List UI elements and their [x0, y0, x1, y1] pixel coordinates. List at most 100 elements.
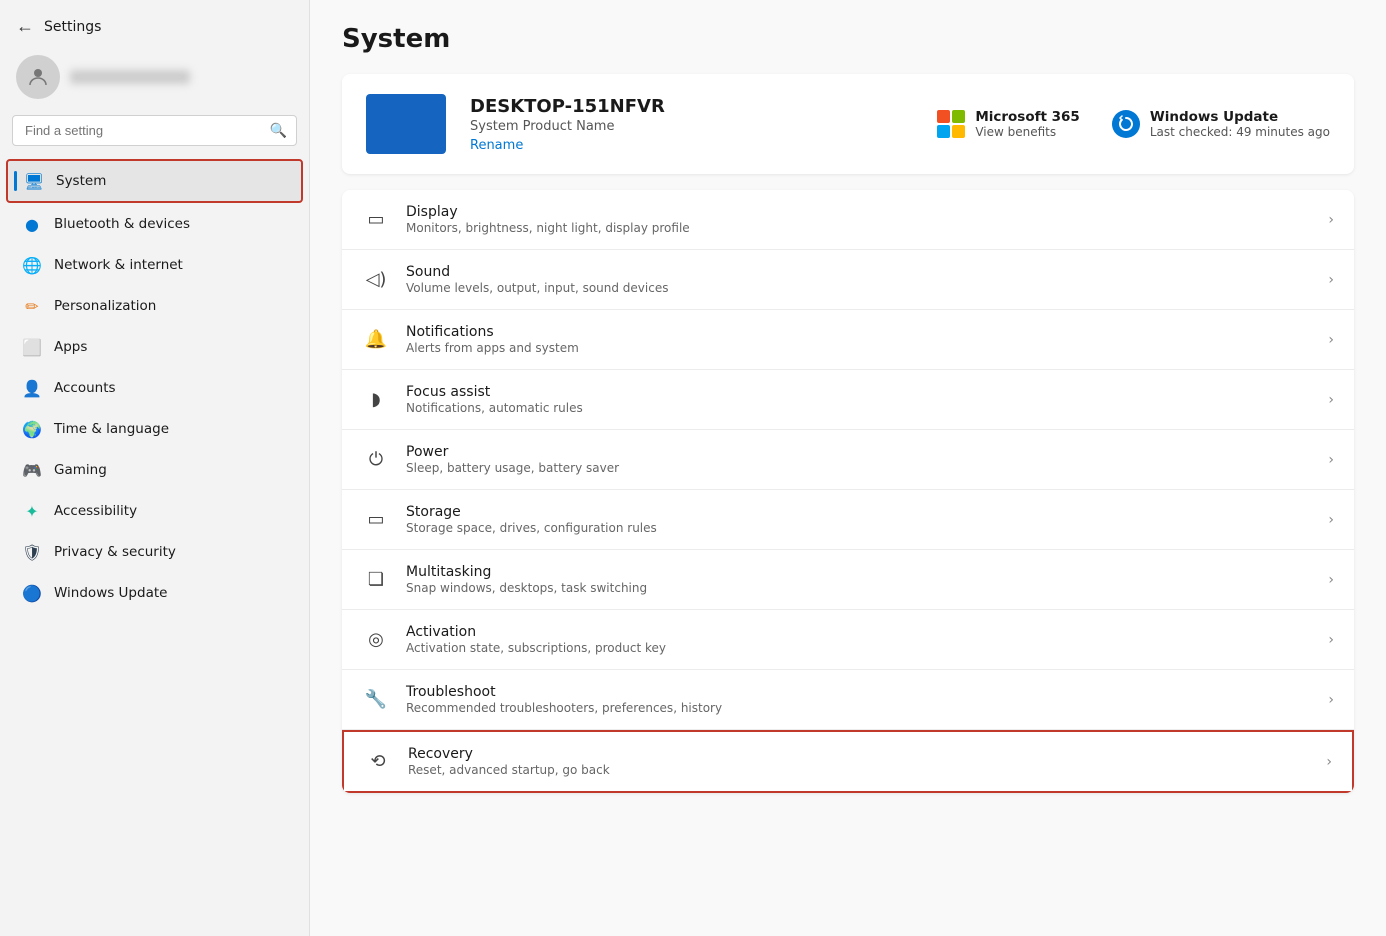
wu-subtitle: Last checked: 49 minutes ago	[1150, 125, 1330, 139]
sidebar: ← Settings 🔍 🖥 System ●Bluetooth & devices…	[0, 0, 310, 936]
device-info: DESKTOP-151NFVR System Product Name Rena…	[470, 96, 913, 153]
recovery-name: Recovery	[408, 746, 1310, 762]
back-button[interactable]: ←	[16, 16, 34, 37]
sidebar-nav: 🖥 System ●Bluetooth & devices🌐Network & in…	[0, 158, 309, 614]
sidebar-item-network[interactable]: 🌐Network & internet	[6, 245, 303, 285]
activation-name: Activation	[406, 624, 1312, 640]
activation-icon: ◎	[362, 626, 390, 654]
activation-chevron: ›	[1328, 632, 1334, 648]
power-desc: Sleep, battery usage, battery saver	[406, 461, 1312, 475]
settings-item-focus-assist[interactable]: ◗ Focus assistNotifications, automatic ru…	[342, 370, 1354, 430]
gaming-icon: 🎮	[22, 460, 42, 480]
wu-title: Windows Update	[1150, 109, 1330, 125]
time-label: Time & language	[54, 421, 169, 437]
windows-update-action[interactable]: Windows Update Last checked: 49 minutes …	[1112, 109, 1330, 139]
apps-label: Apps	[54, 339, 87, 355]
multitasking-chevron: ›	[1328, 572, 1334, 588]
sound-desc: Volume levels, output, input, sound devi…	[406, 281, 1312, 295]
storage-text: StorageStorage space, drives, configurat…	[406, 504, 1312, 535]
device-actions: Microsoft 365 View benefits Windows Upda…	[937, 109, 1330, 139]
activation-desc: Activation state, subscriptions, product…	[406, 641, 1312, 655]
multitasking-icon: ❏	[362, 566, 390, 594]
wu-text: Windows Update Last checked: 49 minutes …	[1150, 109, 1330, 139]
rename-link[interactable]: Rename	[470, 138, 523, 153]
settings-item-activation[interactable]: ◎ ActivationActivation state, subscriptio…	[342, 610, 1354, 670]
focus-assist-desc: Notifications, automatic rules	[406, 401, 1312, 415]
accounts-label: Accounts	[54, 380, 116, 396]
display-name: Display	[406, 204, 1312, 220]
sidebar-item-bluetooth[interactable]: ●Bluetooth & devices	[6, 204, 303, 244]
sidebar-item-time[interactable]: 🌍Time & language	[6, 409, 303, 449]
accessibility-icon: ✦	[22, 501, 42, 521]
accounts-icon: 👤	[22, 378, 42, 398]
recovery-desc: Reset, advanced startup, go back	[408, 763, 1310, 777]
settings-item-multitasking[interactable]: ❏ MultitaskingSnap windows, desktops, tas…	[342, 550, 1354, 610]
sidebar-item-privacy[interactable]: 🛡 Privacy & security	[6, 532, 303, 572]
personalization-label: Personalization	[54, 298, 156, 314]
recovery-text: RecoveryReset, advanced startup, go back	[408, 746, 1310, 777]
settings-item-troubleshoot[interactable]: 🔧TroubleshootRecommended troubleshooters…	[342, 670, 1354, 730]
focus-assist-icon: ◗	[362, 386, 390, 414]
windows-update-icon: 🔵	[22, 583, 42, 603]
settings-item-power[interactable]: ⏻PowerSleep, battery usage, battery save…	[342, 430, 1354, 490]
focus-assist-name: Focus assist	[406, 384, 1312, 400]
recovery-chevron: ›	[1326, 754, 1332, 770]
display-desc: Monitors, brightness, night light, displ…	[406, 221, 1312, 235]
search-input[interactable]	[12, 115, 297, 146]
privacy-label: Privacy & security	[54, 544, 176, 560]
display-chevron: ›	[1328, 212, 1334, 228]
network-label: Network & internet	[54, 257, 183, 273]
active-indicator	[14, 171, 17, 191]
notifications-icon: 🔔	[362, 326, 390, 354]
sidebar-item-accessibility[interactable]: ✦ Accessibility	[6, 491, 303, 531]
system-label: System	[56, 173, 106, 189]
sidebar-item-accounts[interactable]: 👤 Accounts	[6, 368, 303, 408]
gaming-label: Gaming	[54, 462, 107, 478]
device-name: DESKTOP-151NFVR	[470, 96, 913, 117]
settings-item-sound[interactable]: ◁) SoundVolume levels, output, input, sou…	[342, 250, 1354, 310]
multitasking-desc: Snap windows, desktops, task switching	[406, 581, 1312, 595]
storage-name: Storage	[406, 504, 1312, 520]
power-text: PowerSleep, battery usage, battery saver	[406, 444, 1312, 475]
display-icon: ▭	[362, 206, 390, 234]
sound-text: SoundVolume levels, output, input, sound…	[406, 264, 1312, 295]
personalization-icon: ✏	[22, 296, 42, 316]
settings-list: ▭ DisplayMonitors, brightness, night ligh…	[342, 190, 1354, 793]
sidebar-item-windows-update[interactable]: 🔵 Windows Update	[6, 573, 303, 613]
avatar	[16, 55, 60, 99]
power-chevron: ›	[1328, 452, 1334, 468]
system-icon: 🖥	[24, 171, 44, 191]
sound-name: Sound	[406, 264, 1312, 280]
windows-update-label: Windows Update	[54, 585, 167, 601]
storage-icon: ▭	[362, 506, 390, 534]
ms365-action[interactable]: Microsoft 365 View benefits	[937, 109, 1080, 139]
sound-icon: ◁)	[362, 266, 390, 294]
sidebar-header: ← Settings	[0, 0, 309, 45]
privacy-icon: 🛡	[22, 542, 42, 562]
sidebar-item-personalization[interactable]: ✏ Personalization	[6, 286, 303, 326]
notifications-text: NotificationsAlerts from apps and system	[406, 324, 1312, 355]
device-card: DESKTOP-151NFVR System Product Name Rena…	[342, 74, 1354, 174]
multitasking-text: MultitaskingSnap windows, desktops, task…	[406, 564, 1312, 595]
recovery-icon: ⟲	[364, 748, 392, 776]
power-name: Power	[406, 444, 1312, 460]
search-box: 🔍	[12, 115, 297, 146]
settings-item-notifications[interactable]: 🔔 NotificationsAlerts from apps and syste…	[342, 310, 1354, 370]
troubleshoot-icon: 🔧	[362, 686, 390, 714]
notifications-name: Notifications	[406, 324, 1312, 340]
settings-item-recovery[interactable]: ⟲ RecoveryReset, advanced startup, go bac…	[342, 730, 1354, 793]
sound-chevron: ›	[1328, 272, 1334, 288]
activation-text: ActivationActivation state, subscription…	[406, 624, 1312, 655]
settings-item-display[interactable]: ▭ DisplayMonitors, brightness, night ligh…	[342, 190, 1354, 250]
sidebar-item-apps[interactable]: ⬜Apps	[6, 327, 303, 367]
accessibility-label: Accessibility	[54, 503, 137, 519]
search-icon: 🔍	[270, 123, 287, 139]
focus-assist-chevron: ›	[1328, 392, 1334, 408]
focus-assist-text: Focus assistNotifications, automatic rul…	[406, 384, 1312, 415]
settings-item-storage[interactable]: ▭ StorageStorage space, drives, configura…	[342, 490, 1354, 550]
user-name	[70, 70, 190, 84]
sidebar-item-system[interactable]: 🖥 System	[6, 159, 303, 203]
troubleshoot-desc: Recommended troubleshooters, preferences…	[406, 701, 1312, 715]
storage-desc: Storage space, drives, configuration rul…	[406, 521, 1312, 535]
sidebar-item-gaming[interactable]: 🎮 Gaming	[6, 450, 303, 490]
